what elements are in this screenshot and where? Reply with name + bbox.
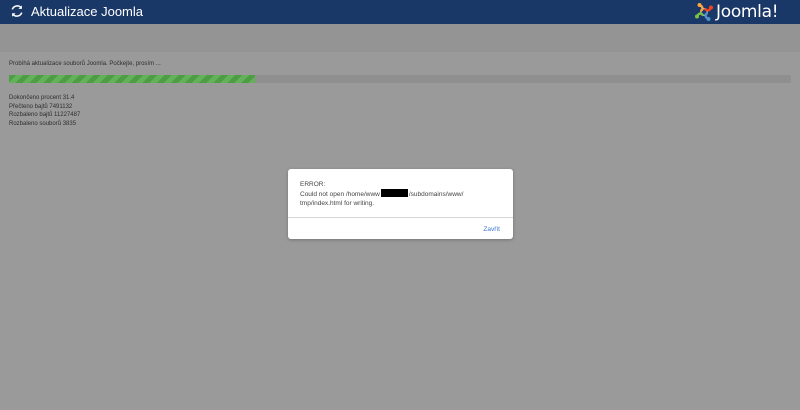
error-title: ERROR: xyxy=(300,181,326,188)
error-dialog: ERROR: Could not open /home/www/subdomai… xyxy=(288,169,513,239)
update-progress-bar xyxy=(9,75,791,83)
error-message: ERROR: Could not open /home/www/subdomai… xyxy=(300,180,505,208)
page-title: Aktualizace Joomla xyxy=(31,4,143,19)
dialog-divider xyxy=(288,217,513,218)
stat-percent-done: Dokončeno procent 31.4 xyxy=(9,95,75,101)
toolbar xyxy=(0,24,800,52)
redacted-username xyxy=(380,189,408,197)
close-button[interactable]: Zavřít xyxy=(483,225,500,234)
joomla-logo-text: Joomla! xyxy=(716,2,779,22)
update-stats: Dokončeno procent 31.4 Přečteno bajtů 74… xyxy=(9,94,80,128)
stat-files-unpacked: Rozbaleno souborů 3835 xyxy=(9,120,77,127)
update-progress-fill xyxy=(9,75,255,83)
refresh-icon xyxy=(11,5,23,17)
app-header: Aktualizace Joomla Joomla! xyxy=(0,0,800,24)
error-text: Could not open /home/www/subdomains/www/ xyxy=(300,189,505,199)
joomla-logo: Joomla! xyxy=(694,1,794,23)
update-status-message: Probíhá aktualizace souborů Joomla. Počk… xyxy=(9,61,161,67)
stat-bytes-read: Přečteno bajtů 7491132 xyxy=(9,103,73,110)
error-path-end: tmp/index.html for writing. xyxy=(300,200,375,207)
error-path-middle: /subdomains/www/ xyxy=(408,191,464,198)
joomla-logo-icon xyxy=(695,3,713,21)
error-path-start: Could not open /home/www xyxy=(300,191,380,198)
update-panel: Probíhá aktualizace souborů Joomla. Počk… xyxy=(9,60,791,127)
stat-bytes-unpacked: Rozbaleno bajtů 11227487 xyxy=(9,112,81,118)
